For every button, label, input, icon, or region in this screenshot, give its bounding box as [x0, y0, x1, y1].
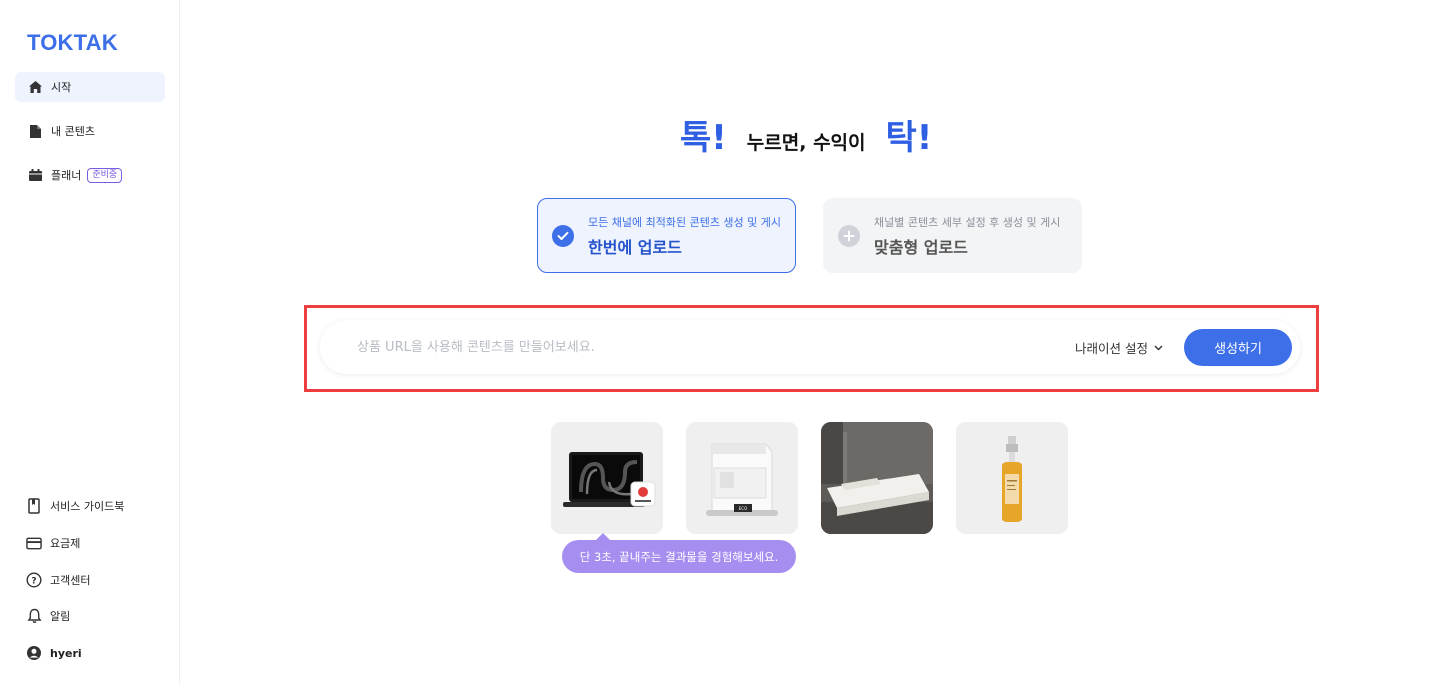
credit-card-icon [26, 535, 42, 551]
calendar-icon [27, 167, 43, 183]
sidebar-item-profile[interactable]: hyeri [26, 643, 82, 663]
mode-card-custom[interactable]: 채널별 콘텐츠 세부 설정 후 생성 및 게시 맞춤형 업로드 [823, 198, 1082, 273]
check-circle-icon [552, 224, 574, 247]
home-icon [27, 79, 43, 95]
logo[interactable]: TOKTAK [27, 30, 118, 56]
user-icon [26, 645, 42, 661]
headline: 톡! 누르면, 수익이 탁! [680, 110, 932, 159]
url-search-bar: 나래이션 설정 생성하기 [320, 320, 1300, 374]
sidebar-item-label: 서비스 가이드북 [50, 500, 125, 513]
serum-bottle-image [956, 422, 1068, 534]
sidebar-item-label: 알림 [50, 610, 71, 623]
mode-card-title: 한번에 업로드 [588, 237, 682, 257]
mode-card-title: 맞춤형 업로드 [874, 237, 968, 257]
bell-icon [26, 608, 42, 624]
sidebar-item-planner[interactable]: 플래너 준비중 [15, 160, 165, 190]
try-it-tooltip: 단 3초, 끝내주는 결과물을 경험해보세요. [562, 533, 796, 573]
chevron-down-icon [1154, 345, 1163, 351]
sidebar-item-label: 고객센터 [50, 574, 91, 587]
document-icon [27, 123, 43, 139]
mode-card-subtitle: 채널별 콘텐츠 세부 설정 후 생성 및 게시 [874, 215, 1061, 229]
svg-text:ECO: ECO [739, 506, 747, 511]
narration-label: 나래이션 설정 [1075, 341, 1148, 356]
svg-text:?: ? [31, 577, 36, 587]
laptop-image [551, 422, 663, 534]
headline-word-tak: 탁! [885, 118, 933, 158]
sidebar-item-guidebook[interactable]: 서비스 가이드북 [26, 496, 124, 516]
book-icon [26, 498, 42, 514]
sidebar-item-notifications[interactable]: 알림 [26, 606, 70, 626]
plus-circle-icon [838, 224, 860, 247]
mode-card-one-click[interactable]: 모든 채널에 최적화된 콘텐츠 생성 및 게시 한번에 업로드 [537, 198, 796, 273]
example-thumbnail-serum[interactable] [956, 422, 1068, 534]
sidebar-item-pricing[interactable]: 요금제 [26, 533, 80, 553]
sidebar-item-my-content[interactable]: 내 콘텐츠 [15, 116, 165, 146]
sidebar-item-support[interactable]: ? 고객센터 [26, 570, 90, 590]
robot-vacuum-image: ECO [686, 422, 798, 534]
example-thumbnail-laptop[interactable] [551, 422, 663, 534]
mattress-image [821, 422, 933, 534]
sidebar: TOKTAK 시작 내 콘텐츠 플래너 준비중 서비스 가이드북 요금제 ? 고… [0, 0, 180, 684]
profile-name: hyeri [50, 646, 82, 660]
headline-middle: 누르면, 수익이 [746, 132, 866, 154]
sidebar-item-label: 시작 [51, 81, 72, 94]
sidebar-item-label: 내 콘텐츠 [51, 125, 95, 138]
example-thumbnail-mattress[interactable] [821, 422, 933, 534]
sidebar-item-start[interactable]: 시작 [15, 72, 165, 102]
url-input[interactable] [357, 336, 1037, 358]
example-thumbnail-robot-vacuum[interactable]: ECO [686, 422, 798, 534]
help-icon: ? [26, 572, 42, 588]
narration-dropdown[interactable]: 나래이션 설정 [1075, 338, 1163, 357]
sidebar-item-label: 플래너 [51, 169, 82, 182]
sidebar-item-label: 요금제 [50, 537, 81, 550]
generate-button[interactable]: 생성하기 [1184, 329, 1292, 366]
headline-word-tok: 톡! [680, 118, 727, 158]
coming-soon-badge: 준비중 [87, 167, 123, 183]
mode-card-subtitle: 모든 채널에 최적화된 콘텐츠 생성 및 게시 [588, 215, 782, 229]
